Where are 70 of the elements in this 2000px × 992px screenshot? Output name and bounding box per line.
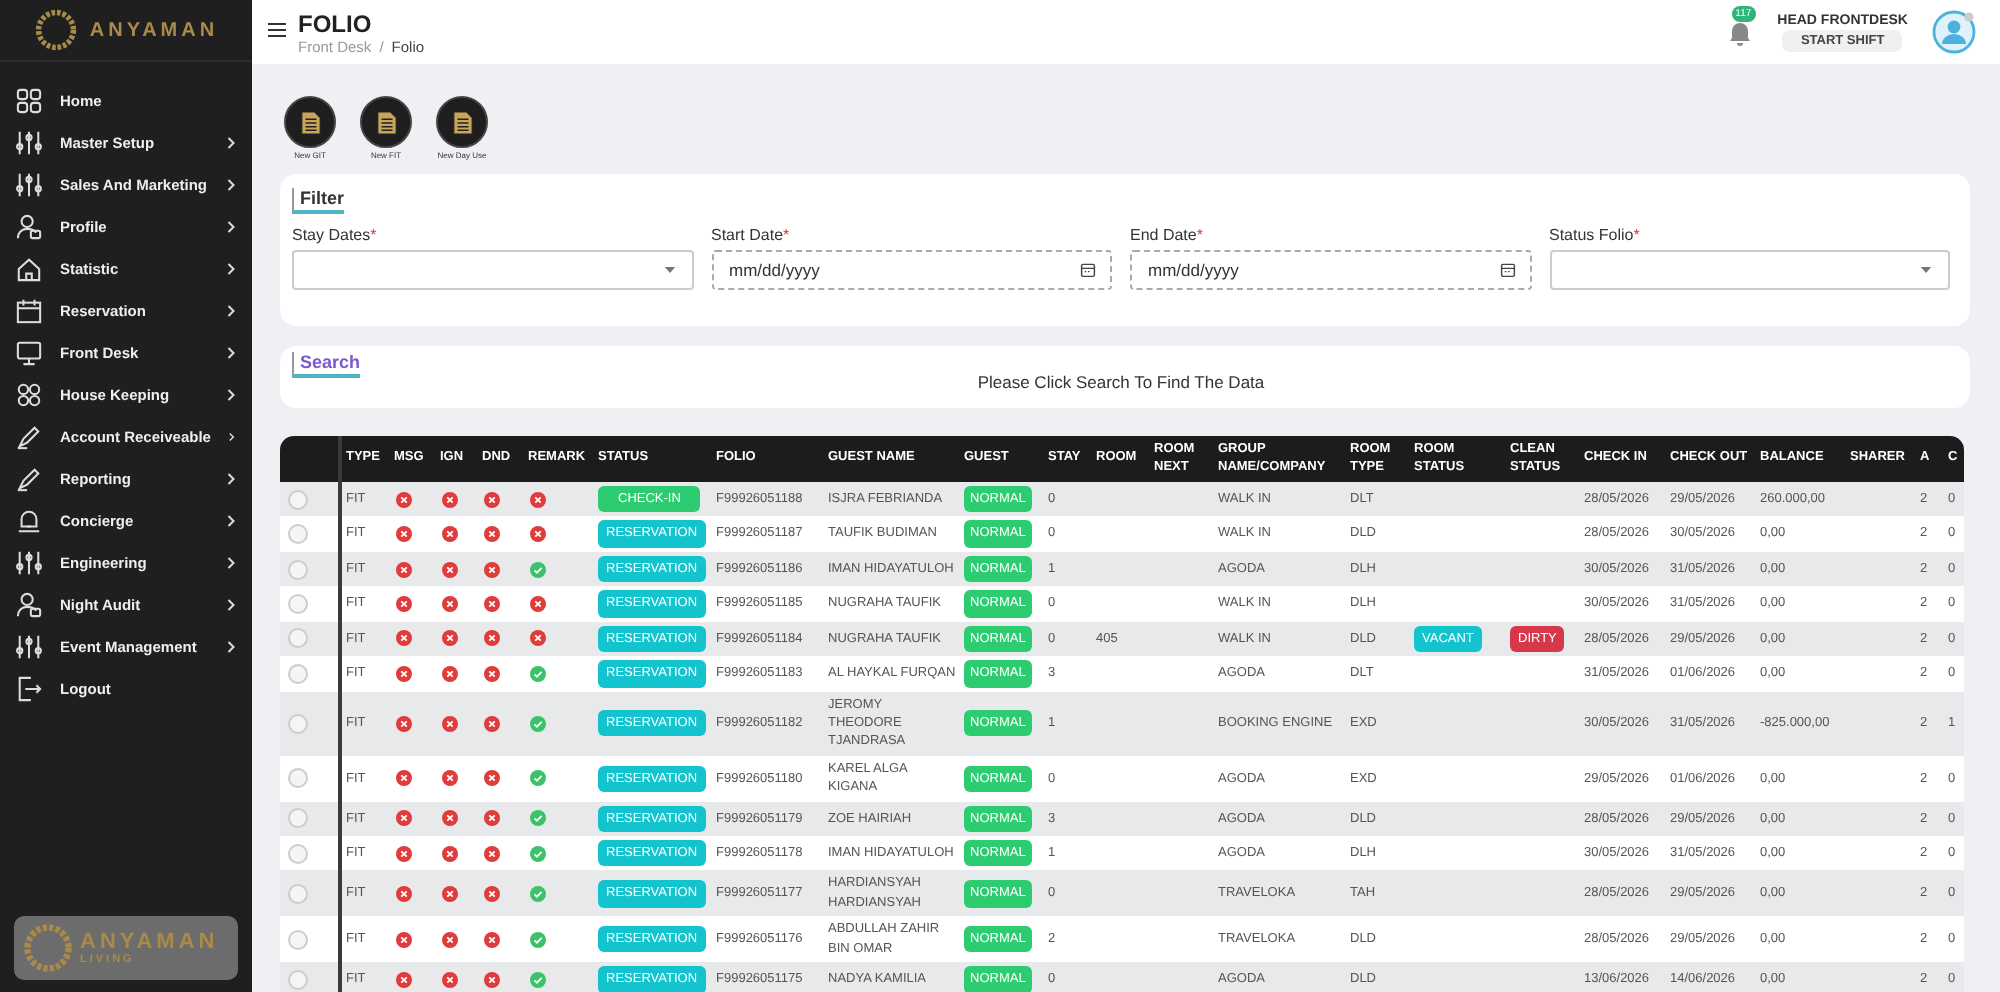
row-checkbox[interactable] — [288, 883, 308, 904]
row-checkbox[interactable] — [288, 843, 308, 864]
person-icon — [16, 214, 42, 240]
bell-icon[interactable] — [1725, 18, 1754, 46]
chevron-right-icon — [226, 472, 236, 486]
chevron-right-icon — [226, 178, 236, 192]
new-document-button[interactable] — [284, 96, 336, 148]
date-field[interactable]: mm/dd/yyyy — [1130, 250, 1531, 290]
search-message: Please Click Search To Find The Data — [975, 372, 1267, 392]
caret-icon — [1920, 266, 1932, 274]
chevron-right-icon — [226, 598, 236, 612]
pen-icon — [16, 466, 42, 492]
document-icon — [451, 109, 473, 135]
field-label: Stay Dates* — [292, 226, 379, 244]
field-label: Status Folio* — [1549, 226, 1642, 244]
chevron-right-icon — [226, 136, 236, 150]
sliders-icon — [16, 172, 42, 198]
monitor-icon — [16, 340, 42, 366]
row-checkbox[interactable] — [288, 808, 308, 829]
circles-icon — [16, 382, 42, 408]
row-checkbox[interactable] — [288, 524, 308, 545]
chevron-right-icon — [226, 640, 236, 654]
new-document-button[interactable] — [360, 96, 412, 148]
bell-icon — [16, 508, 42, 534]
section-title: Filter — [292, 188, 345, 214]
person-icon — [16, 592, 42, 618]
chevron-right-icon — [226, 304, 236, 318]
row-checkbox[interactable] — [288, 713, 308, 734]
row-checkbox[interactable] — [288, 969, 308, 990]
menu-icon[interactable] — [268, 22, 286, 38]
logo-ring-icon — [33, 8, 78, 52]
section-title: Search — [292, 352, 361, 378]
brand-name: ANYAMAN — [80, 930, 219, 954]
dropdown-field[interactable] — [292, 250, 693, 290]
row-checkbox[interactable] — [288, 628, 308, 649]
calendar-icon — [1080, 262, 1096, 278]
chevron-right-icon — [226, 346, 236, 360]
row-checkbox[interactable] — [288, 593, 308, 614]
sliders-icon — [16, 634, 42, 660]
row-checkbox[interactable] — [288, 559, 308, 580]
row-checkbox[interactable] — [288, 929, 308, 950]
house-icon — [16, 256, 42, 282]
caret-icon — [663, 266, 675, 274]
chevron-right-icon — [226, 556, 236, 570]
row-checkbox[interactable] — [288, 663, 308, 684]
field-label: Start Date* — [711, 226, 792, 244]
calendar-icon — [1499, 262, 1515, 278]
pen-icon — [16, 424, 42, 450]
row-checkbox[interactable] — [288, 489, 308, 510]
new-document-button[interactable] — [436, 96, 488, 148]
row-checkbox[interactable] — [288, 768, 308, 789]
avatar-icon[interactable] — [1932, 10, 1976, 54]
field-label: End Date* — [1130, 226, 1205, 244]
document-icon — [299, 109, 321, 135]
chevron-right-icon — [228, 430, 236, 444]
calendar-icon — [16, 298, 42, 324]
sliders-icon — [16, 550, 42, 576]
exit-icon — [16, 676, 42, 702]
date-field[interactable]: mm/dd/yyyy — [711, 250, 1112, 290]
logo-ring-icon — [22, 922, 74, 974]
document-icon — [375, 109, 397, 135]
grid-icon — [16, 88, 42, 114]
brand-name: ANYAMAN — [89, 19, 219, 41]
chevron-right-icon — [226, 388, 236, 402]
chevron-right-icon — [226, 220, 236, 234]
page-title: FOLIO — [298, 9, 374, 37]
chevron-right-icon — [226, 514, 236, 528]
dropdown-field[interactable] — [1549, 250, 1950, 290]
chevron-right-icon — [226, 262, 236, 276]
sliders-icon — [16, 130, 42, 156]
